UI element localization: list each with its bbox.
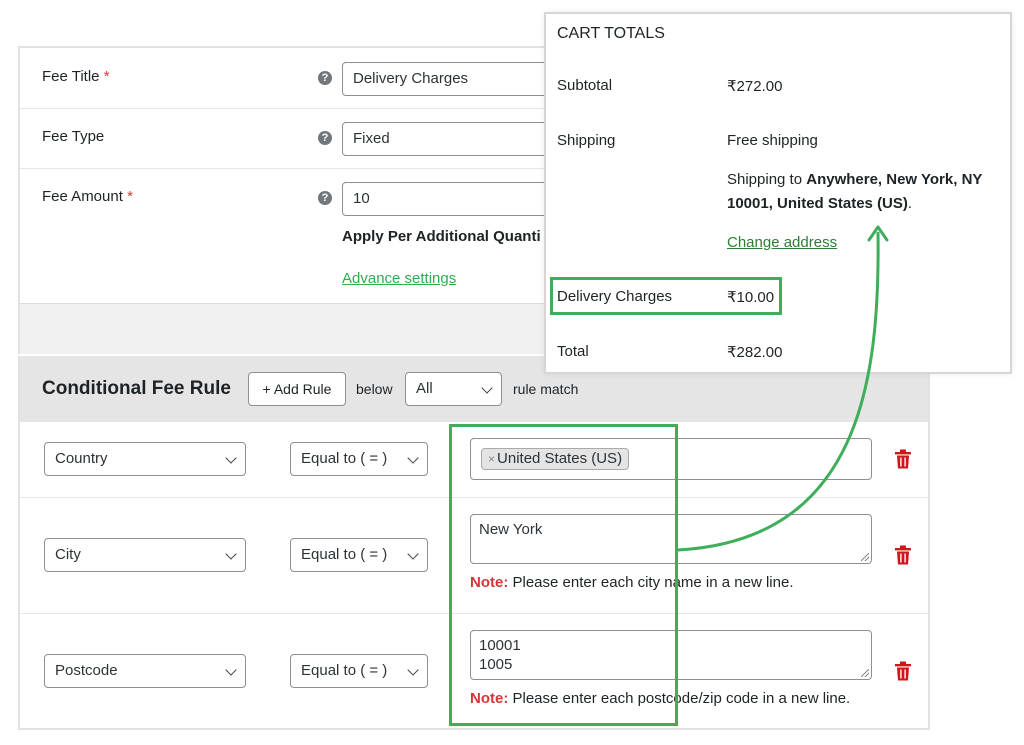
chevron-down-icon bbox=[407, 548, 419, 560]
trash-icon[interactable] bbox=[894, 661, 912, 681]
condition-field-value: Postcode bbox=[55, 662, 118, 679]
note-text: Please enter each city name in a new lin… bbox=[508, 574, 794, 591]
trash-icon[interactable] bbox=[894, 545, 912, 565]
resize-handle-icon[interactable] bbox=[861, 669, 869, 677]
rule-row-postcode: Postcode Equal to ( = ) 10001 1005 Note:… bbox=[20, 614, 928, 730]
chevron-down-icon bbox=[225, 548, 237, 560]
ship-to-suffix: . bbox=[907, 195, 913, 212]
condition-operator-value: Equal to ( = ) bbox=[301, 450, 388, 467]
rule-match-value: All bbox=[416, 380, 433, 397]
postcode-textarea[interactable]: 10001 1005 bbox=[470, 630, 872, 680]
trash-icon[interactable] bbox=[894, 449, 912, 469]
note-label: Note: bbox=[470, 574, 509, 591]
condition-operator-select[interactable]: Equal to ( = ) bbox=[290, 538, 428, 572]
cart-totals-title: CART TOTALS bbox=[557, 25, 665, 42]
condition-operator-select[interactable]: Equal to ( = ) bbox=[290, 654, 428, 688]
total-value: ₹282.00 bbox=[727, 344, 783, 361]
chevron-down-icon bbox=[407, 452, 419, 464]
required-marker: * bbox=[103, 68, 110, 85]
note-label: Note: bbox=[470, 690, 509, 707]
cart-totals-panel: CART TOTALS Subtotal ₹272.00 Shipping Fr… bbox=[544, 12, 1012, 374]
fee-amount-label: Fee Amount * bbox=[42, 188, 133, 205]
fee-type-label: Fee Type bbox=[42, 128, 105, 145]
condition-operator-value: Equal to ( = ) bbox=[301, 662, 388, 679]
conditional-fee-rule-panel: Conditional Fee Rule + Add Rule below Al… bbox=[18, 356, 930, 730]
chevron-down-icon bbox=[407, 664, 419, 676]
rule-match-text: rule match bbox=[513, 381, 579, 397]
delivery-charges-value: ₹10.00 bbox=[727, 289, 775, 306]
rules-title: Conditional Fee Rule bbox=[42, 378, 231, 399]
postcode-value: 10001 bbox=[479, 637, 521, 654]
resize-handle-icon[interactable] bbox=[861, 553, 869, 561]
fee-title-row: Fee Title * ? Delivery Charges bbox=[20, 48, 612, 109]
add-rule-button[interactable]: + Add Rule bbox=[248, 372, 346, 406]
condition-operator-value: Equal to ( = ) bbox=[301, 546, 388, 563]
help-icon[interactable]: ? bbox=[318, 131, 332, 145]
condition-field-value: City bbox=[55, 546, 81, 563]
subtotal-value: ₹272.00 bbox=[727, 78, 783, 95]
country-tag-label: United States (US) bbox=[497, 450, 623, 467]
tag-remove-icon[interactable]: × bbox=[488, 452, 495, 466]
required-marker: * bbox=[127, 188, 133, 205]
country-tag: × United States (US) bbox=[481, 448, 630, 470]
fee-title-label: Fee Title * bbox=[42, 68, 110, 85]
postcode-value: 1005 bbox=[479, 656, 513, 673]
fee-type-row: Fee Type ? Fixed bbox=[20, 109, 612, 169]
help-icon[interactable]: ? bbox=[318, 71, 332, 85]
total-label: Total bbox=[557, 343, 589, 360]
shipping-label: Shipping bbox=[557, 132, 616, 149]
chevron-down-icon bbox=[225, 664, 237, 676]
advance-settings-link[interactable]: Advance settings bbox=[342, 270, 456, 287]
rule-match-select[interactable]: All bbox=[405, 372, 502, 406]
delivery-charges-label: Delivery Charges bbox=[557, 288, 673, 305]
condition-field-select[interactable]: Country bbox=[44, 442, 246, 476]
condition-operator-select[interactable]: Equal to ( = ) bbox=[290, 442, 428, 476]
condition-field-select[interactable]: Postcode bbox=[44, 654, 246, 688]
country-multiselect[interactable]: × United States (US) bbox=[470, 438, 872, 480]
below-text: below bbox=[356, 381, 393, 397]
rule-row-city: City Equal to ( = ) New York Note: Pleas… bbox=[20, 498, 928, 614]
rule-row-country: Country Equal to ( = ) × United States (U… bbox=[20, 422, 928, 498]
fee-settings-panel: Fee Title * ? Delivery Charges Fee Type … bbox=[18, 46, 612, 354]
shipping-value: Free shipping bbox=[727, 132, 818, 149]
subtotal-label: Subtotal bbox=[557, 77, 613, 94]
fee-settings-form: Fee Title * ? Delivery Charges Fee Type … bbox=[20, 48, 612, 304]
city-note: Note: Please enter each city name in a n… bbox=[470, 574, 794, 591]
apply-per-quantity-label: Apply Per Additional Quanti bbox=[342, 228, 541, 245]
condition-field-value: Country bbox=[55, 450, 108, 467]
chevron-down-icon bbox=[481, 382, 493, 394]
note-text: Please enter each postcode/zip code in a… bbox=[508, 690, 851, 707]
shipping-destination: Shipping to Anywhere, New York, NY 10001… bbox=[727, 168, 1007, 216]
postcode-note: Note: Please enter each postcode/zip cod… bbox=[470, 690, 850, 707]
city-textarea[interactable]: New York bbox=[470, 514, 872, 564]
help-icon[interactable]: ? bbox=[318, 191, 332, 205]
chevron-down-icon bbox=[225, 452, 237, 464]
city-value: New York bbox=[479, 521, 543, 538]
ship-to-prefix: Shipping to bbox=[727, 171, 807, 188]
condition-field-select[interactable]: City bbox=[44, 538, 246, 572]
change-address-link[interactable]: Change address bbox=[727, 234, 837, 251]
